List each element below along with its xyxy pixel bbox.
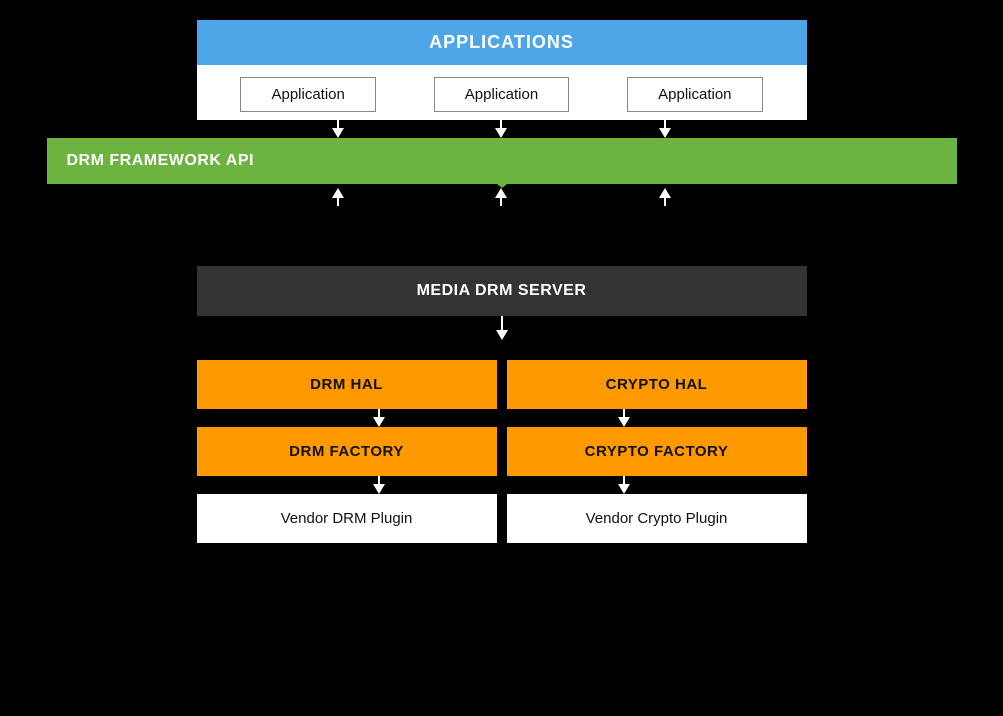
application-box-2: Application [434,77,569,112]
applications-header: APPLICATIONS [197,20,807,65]
arrow-app3-drm [659,120,671,138]
arrow-drm-app1-up [332,188,344,206]
vendor-crypto-plugin-box: Vendor Crypto Plugin [507,494,807,543]
crypto-hal-box: CRYPTO HAL [507,360,807,409]
drm-notch [472,164,532,204]
hal-row: DRM HAL CRYPTO HAL [197,360,807,409]
arrow-media-drm-down [197,316,807,340]
hal-factory-arrows [197,409,807,427]
drm-factory-box: DRM FACTORY [197,427,497,476]
drm-hal-box: DRM HAL [197,360,497,409]
vendor-drm-plugin-box: Vendor DRM Plugin [197,494,497,543]
application-box-1: Application [240,77,375,112]
arrow-app1-drm [332,120,344,138]
crypto-factory-box: CRYPTO FACTORY [507,427,807,476]
applications-body: Application Application Application [197,65,807,120]
applications-block: APPLICATIONS Application Application App… [197,20,807,120]
vendor-row: Vendor DRM Plugin Vendor Crypto Plugin [197,494,807,543]
media-drm-block: MEDIA DRM SERVER [197,266,807,316]
drm-framework-block: DRM FRAMEWORK API [47,138,957,184]
factory-row: DRM FACTORY CRYPTO FACTORY [197,427,807,476]
arrow-drm-app3-up [659,188,671,206]
application-box-3: Application [627,77,762,112]
factory-vendor-arrows [197,476,807,494]
arrow-app2-drm [495,120,507,138]
